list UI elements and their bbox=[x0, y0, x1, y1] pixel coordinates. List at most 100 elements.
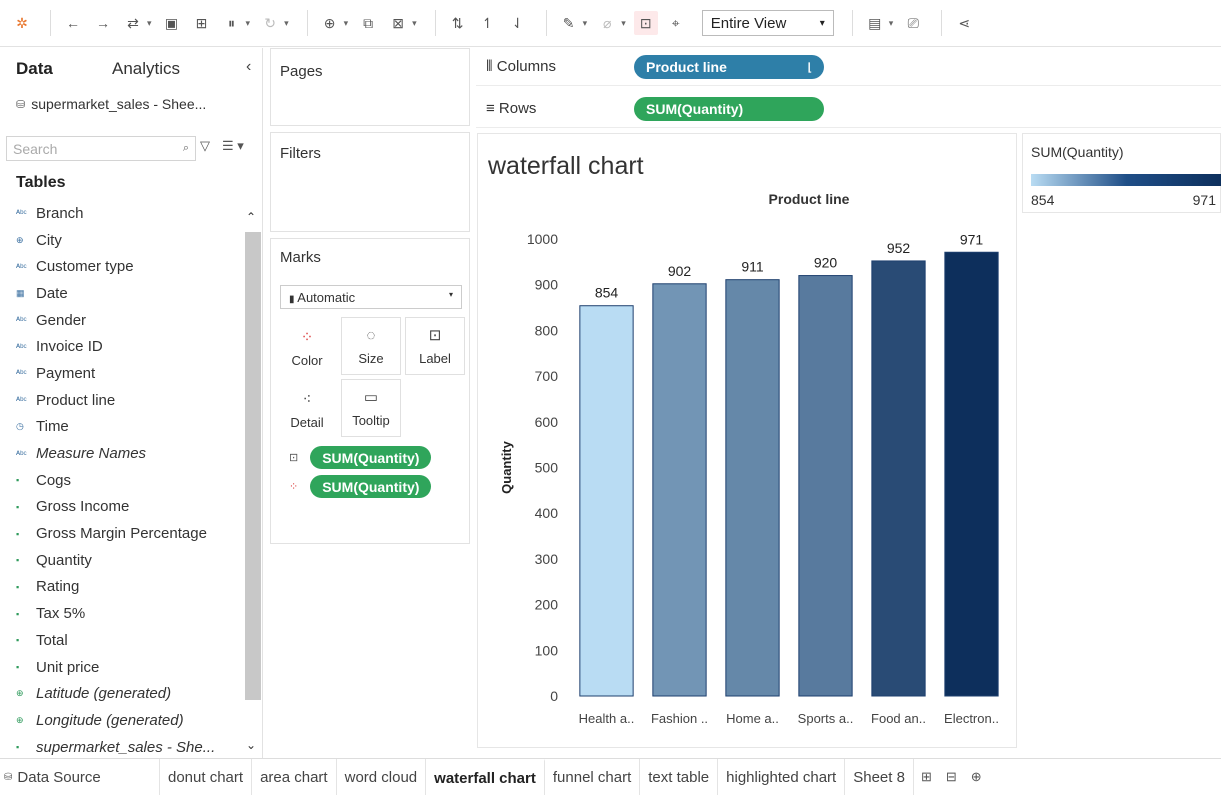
new-datasource-icon[interactable]: ⊞ bbox=[190, 11, 214, 35]
measure-icon: ▪ bbox=[16, 662, 20, 673]
data-source-item[interactable]: ⛁ supermarket_sales - Shee... bbox=[16, 96, 206, 112]
field-item[interactable]: ᴬᵇᶜ Invoice ID bbox=[16, 333, 242, 360]
field-item[interactable]: ᴬᵇᶜ Product line bbox=[16, 387, 242, 414]
detail-label: Detail bbox=[290, 415, 324, 430]
field-item[interactable]: ▪ Gross Income bbox=[16, 494, 242, 521]
columns-shelf[interactable]: ⦀ Columns Product line ⌊ bbox=[476, 48, 1221, 86]
swap-data-source-icon[interactable]: ⇄ bbox=[121, 11, 145, 35]
filters-card[interactable]: Filters bbox=[270, 132, 470, 232]
field-item[interactable]: ⊕ Latitude (generated) bbox=[16, 680, 242, 707]
new-worksheet-icon[interactable]: ⊞ bbox=[914, 759, 939, 795]
detail-button[interactable]: ⁖ Detail bbox=[277, 381, 337, 439]
new-dashboard-icon[interactable]: ⊟ bbox=[939, 759, 964, 795]
field-item[interactable]: ᴬᵇᶜ Branch bbox=[16, 200, 242, 227]
highlight-icon[interactable]: ✎ bbox=[557, 11, 581, 35]
chevron-down-icon[interactable]: ▾ bbox=[344, 18, 349, 29]
swap-axes-icon[interactable]: ⇅ bbox=[446, 11, 470, 35]
sheet-tab[interactable]: donut chart bbox=[160, 759, 253, 795]
field-item[interactable]: ᴬᵇᶜ Customer type bbox=[16, 253, 242, 280]
field-item[interactable]: ▪ Quantity bbox=[16, 547, 242, 574]
field-item[interactable]: ᴬᵇᶜ Payment bbox=[16, 360, 242, 387]
field-item[interactable]: ▦ Date bbox=[16, 280, 242, 307]
group-icon[interactable]: ⌀ bbox=[595, 11, 619, 35]
chevron-down-icon[interactable]: ▾ bbox=[412, 18, 417, 29]
field-item[interactable]: ▪ Unit price bbox=[16, 654, 242, 681]
color-legend[interactable]: SUM(Quantity) 854 971 bbox=[1022, 133, 1221, 213]
redo-icon[interactable]: → bbox=[91, 11, 115, 35]
chevron-down-icon[interactable]: ▾ bbox=[889, 18, 894, 29]
sum-quantity-pill[interactable]: SUM(Quantity) bbox=[634, 97, 824, 121]
presentation-icon[interactable]: ⎚ bbox=[901, 11, 925, 35]
field-item[interactable]: ᴬᵇᶜ Gender bbox=[16, 307, 242, 334]
field-item[interactable]: ▪ Total bbox=[16, 627, 242, 654]
label-button[interactable]: ⊡ Label bbox=[405, 317, 465, 375]
mark-type-select[interactable]: ▮ Automatic ▾ bbox=[280, 285, 462, 309]
refresh-icon[interactable]: ↻ bbox=[258, 11, 282, 35]
view-options-icon[interactable]: ☰ ▾ bbox=[222, 138, 244, 154]
rows-shelf[interactable]: ≡ Rows SUM(Quantity) bbox=[476, 90, 1221, 128]
field-item[interactable]: ▪ Cogs bbox=[16, 467, 242, 494]
sheet-tab[interactable]: waterfall chart bbox=[426, 759, 545, 795]
product-line-pill[interactable]: Product line ⌊ bbox=[634, 55, 824, 79]
field-item[interactable]: ▪ Tax 5% bbox=[16, 600, 242, 627]
show-cards-icon[interactable]: ▤ bbox=[863, 11, 887, 35]
duplicate-icon[interactable]: ⧉ bbox=[356, 11, 380, 35]
chevron-down-icon[interactable]: ▾ bbox=[246, 18, 251, 29]
measure-icon: ▪ bbox=[16, 555, 20, 566]
field-item[interactable]: ⊕ City bbox=[16, 227, 242, 254]
sheet-tab[interactable]: area chart bbox=[252, 759, 337, 795]
tab-analytics[interactable]: Analytics bbox=[112, 59, 180, 79]
tableau-logo-icon[interactable]: ✲ bbox=[10, 11, 34, 35]
field-item[interactable]: ◷ Time bbox=[16, 414, 242, 441]
fix-axes-icon[interactable]: ⌖ bbox=[664, 11, 688, 35]
field-item[interactable]: ⊕ Longitude (generated) bbox=[16, 707, 242, 734]
pause-icon[interactable]: ⏸ bbox=[220, 11, 244, 35]
sheet-tab[interactable]: funnel chart bbox=[545, 759, 641, 795]
dimension-icon: ᴬᵇᶜ bbox=[16, 261, 27, 272]
search-input[interactable]: Search ⌕ bbox=[6, 136, 196, 161]
tab-data[interactable]: Data bbox=[16, 59, 53, 79]
quantity-color-pill[interactable]: SUM(Quantity) bbox=[310, 475, 432, 498]
chevron-down-icon[interactable]: ▾ bbox=[621, 18, 626, 29]
save-icon[interactable]: ▣ bbox=[160, 11, 184, 35]
collapse-pane-icon[interactable]: ‹ bbox=[246, 58, 251, 76]
clear-icon[interactable]: ⊠ bbox=[386, 11, 410, 35]
chevron-down-icon[interactable]: ▾ bbox=[284, 18, 289, 29]
chevron-up-icon[interactable]: ⌃ bbox=[246, 210, 256, 224]
y-tick-label: 400 bbox=[535, 505, 559, 521]
measure-icon: ▪ bbox=[16, 475, 20, 486]
view-mode-select[interactable]: Entire View ▾ bbox=[701, 10, 834, 36]
pages-title: Pages bbox=[280, 63, 323, 80]
sheet-tab[interactable]: highlighted chart bbox=[718, 759, 846, 795]
size-button[interactable]: ◌ Size bbox=[341, 317, 401, 375]
filter-icon[interactable]: ▽ bbox=[200, 138, 210, 154]
sheet-tab[interactable]: text table bbox=[640, 759, 719, 795]
quantity-label-pill[interactable]: SUM(Quantity) bbox=[310, 446, 432, 469]
data-label: 971 bbox=[960, 231, 984, 247]
sort-ascending-icon[interactable]: ↿ bbox=[476, 11, 500, 35]
new-story-icon[interactable]: ⊕ bbox=[964, 759, 989, 795]
data-source-tab[interactable]: ⛁ Data Source bbox=[0, 759, 160, 795]
field-item[interactable]: ᴬᵇᶜ Measure Names bbox=[16, 440, 242, 467]
sheet-tab[interactable]: Sheet 8 bbox=[845, 759, 914, 795]
chevron-down-icon[interactable]: ▾ bbox=[147, 18, 152, 29]
field-item[interactable]: ▪ Rating bbox=[16, 574, 242, 601]
labels-icon[interactable]: ⊡ bbox=[633, 11, 658, 35]
sort-descending-icon[interactable]: ⇃ bbox=[506, 11, 530, 35]
pages-card[interactable]: Pages bbox=[270, 48, 470, 126]
share-icon[interactable]: ⋖ bbox=[952, 11, 976, 35]
scrollbar[interactable]: ⌃ ⌄ bbox=[244, 210, 262, 752]
data-label: 920 bbox=[814, 255, 838, 271]
field-item[interactable]: ▪ Gross Margin Percentage bbox=[16, 520, 242, 547]
field-item[interactable]: ▪ supermarket_sales - She... bbox=[16, 734, 242, 761]
chevron-down-icon[interactable]: ⌄ bbox=[246, 738, 256, 752]
y-axis-label: Quantity bbox=[499, 440, 514, 493]
field-label: Measure Names bbox=[36, 445, 147, 463]
undo-icon[interactable]: ← bbox=[61, 11, 85, 35]
color-button[interactable]: ⁘ Color bbox=[277, 319, 337, 377]
new-worksheet-icon[interactable]: ⊕ bbox=[318, 11, 342, 35]
scroll-thumb[interactable] bbox=[245, 232, 261, 700]
sheet-tab[interactable]: word cloud bbox=[337, 759, 427, 795]
chevron-down-icon[interactable]: ▾ bbox=[583, 18, 588, 29]
tooltip-button[interactable]: ▭ Tooltip bbox=[341, 379, 401, 437]
